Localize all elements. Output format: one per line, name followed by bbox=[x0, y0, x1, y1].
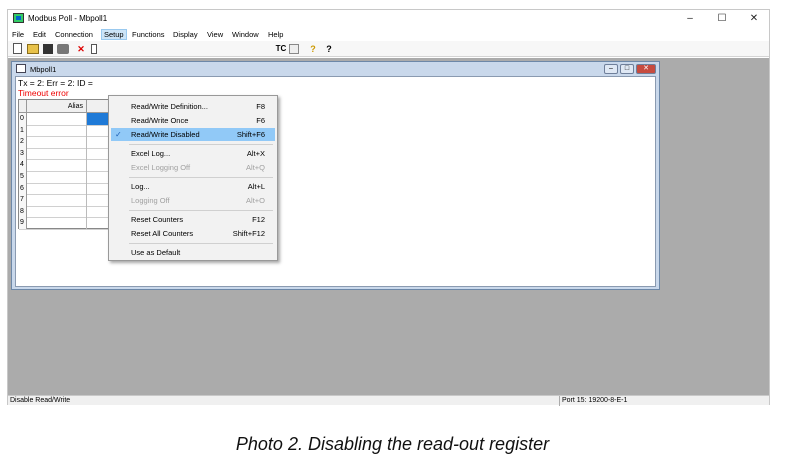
child-close-button[interactable]: ✕ bbox=[636, 64, 656, 74]
alias-column-header[interactable]: Alias bbox=[27, 100, 87, 113]
connect-icon[interactable] bbox=[91, 44, 97, 54]
alias-cell[interactable] bbox=[27, 136, 87, 148]
menu-item-shortcut: Alt+X bbox=[246, 149, 265, 158]
menu-item-label: Excel Log... bbox=[131, 149, 171, 158]
grid-corner bbox=[19, 100, 27, 113]
status-bar: Disable Read/Write Port 15: 19200-8-E-1 bbox=[8, 395, 769, 406]
menu-edit[interactable]: Edit bbox=[31, 29, 48, 40]
child-minimize-button[interactable]: – bbox=[604, 64, 618, 74]
row-number: 8 bbox=[19, 205, 27, 218]
menu-display[interactable]: Display bbox=[171, 29, 200, 40]
toolbar: ✕ TC ? ? bbox=[8, 41, 769, 57]
menu-item-label: Read/Write Once bbox=[131, 116, 189, 125]
photo-caption: Photo 2. Disabling the read-out register bbox=[235, 434, 550, 454]
mdi-workspace: Mbpoll1 – □ ✕ Tx = 2: Err = 2: ID = Time… bbox=[8, 58, 769, 395]
menu-view[interactable]: View bbox=[205, 29, 225, 40]
alias-cell[interactable] bbox=[27, 124, 87, 137]
menu-item-shortcut: Alt+Q bbox=[246, 163, 265, 172]
alias-cell[interactable] bbox=[27, 194, 87, 206]
setup-menu-item[interactable]: Log... Alt+L bbox=[111, 180, 275, 193]
menu-item-label: Read/Write Definition... bbox=[131, 102, 208, 111]
setup-menu-item[interactable]: Reset Counters F12 bbox=[111, 213, 275, 226]
child-window-icon bbox=[16, 64, 26, 73]
setup-menu-item[interactable]: Read/Write Once F6 bbox=[111, 114, 275, 127]
alias-cell[interactable] bbox=[27, 171, 87, 183]
maximize-button[interactable]: ☐ bbox=[708, 10, 736, 28]
help-icon[interactable]: ? bbox=[308, 43, 318, 55]
row-number: 0 bbox=[19, 113, 27, 125]
menu-item-label: Excel Logging Off bbox=[131, 163, 191, 172]
row-number: 9 bbox=[19, 217, 27, 229]
alias-cell[interactable] bbox=[27, 182, 87, 195]
tx-err-id-status: Tx = 2: Err = 2: ID = bbox=[18, 78, 93, 88]
print-icon[interactable] bbox=[57, 44, 69, 54]
menu-setup[interactable]: Setup bbox=[101, 29, 127, 40]
child-maximize-button[interactable]: □ bbox=[620, 64, 634, 74]
menu-item-shortcut: Shift+F6 bbox=[236, 130, 265, 139]
menu-item-label: Log... bbox=[131, 182, 150, 191]
alias-cell[interactable] bbox=[27, 205, 87, 218]
setup-menu-item[interactable]: ✓ Read/Write Disabled Shift+F6 bbox=[111, 128, 275, 141]
setup-menu-item: Excel Logging Off Alt+Q bbox=[111, 161, 275, 174]
row-number: 5 bbox=[19, 171, 27, 183]
menu-item-label: Use as Default bbox=[131, 248, 181, 257]
menu-item-shortcut: Alt+O bbox=[246, 196, 265, 205]
menu-item-label: Logging Off bbox=[131, 196, 170, 205]
alias-cell[interactable] bbox=[27, 113, 87, 125]
close-button[interactable]: ✕ bbox=[740, 10, 768, 28]
setup-menu-item[interactable]: Use as Default bbox=[111, 246, 275, 259]
context-help-icon[interactable]: ? bbox=[323, 43, 335, 55]
open-folder-icon[interactable] bbox=[27, 44, 39, 54]
menu-item-label: Reset All Counters bbox=[131, 229, 194, 238]
row-number: 6 bbox=[19, 182, 27, 195]
alias-cell[interactable] bbox=[27, 147, 87, 160]
row-number: 2 bbox=[19, 136, 27, 148]
menu-item-shortcut: F8 bbox=[256, 102, 265, 111]
row-number: 7 bbox=[19, 194, 27, 206]
child-title-bar[interactable]: Mbpoll1 – □ ✕ bbox=[12, 62, 659, 76]
modbus-poll-window: Modbus Poll - Mbpoll1 – ☐ ✕ File Edit Co… bbox=[7, 9, 770, 406]
checkmark-icon: ✓ bbox=[115, 130, 122, 139]
menu-item-shortcut: Alt+L bbox=[247, 182, 265, 191]
row-number: 1 bbox=[19, 124, 27, 137]
timeout-error-text: Timeout error bbox=[18, 88, 69, 98]
setup-menu-item[interactable]: Read/Write Definition... F8 bbox=[111, 100, 275, 113]
menu-connection[interactable]: Connection bbox=[53, 29, 95, 40]
setup-menu-dropdown: Read/Write Definition... F8 Read/Write Onc… bbox=[108, 95, 278, 261]
tc-monitor-icon[interactable] bbox=[289, 44, 299, 54]
alias-cell[interactable] bbox=[27, 159, 87, 171]
new-document-icon[interactable] bbox=[13, 43, 22, 54]
menu-item-shortcut: F12 bbox=[252, 215, 265, 224]
modbus-app-icon bbox=[13, 13, 24, 23]
menu-item-shortcut: F6 bbox=[256, 116, 265, 125]
menu-help[interactable]: Help bbox=[266, 29, 285, 40]
port-status: Port 15: 19200-8-E-1 bbox=[559, 396, 769, 406]
title-bar[interactable]: Modbus Poll - Mbpoll1 – ☐ ✕ bbox=[8, 10, 769, 28]
menu-separator bbox=[129, 177, 273, 178]
menu-separator bbox=[129, 144, 273, 145]
menu-item-label: Read/Write Disabled bbox=[131, 130, 200, 139]
setup-menu-item[interactable]: Reset All Counters Shift+F12 bbox=[111, 227, 275, 240]
menu-item-shortcut: Shift+F12 bbox=[232, 229, 265, 238]
child-window-title: Mbpoll1 bbox=[30, 65, 57, 74]
row-number: 4 bbox=[19, 159, 27, 171]
menu-bar: File Edit Connection Setup Functions Dis… bbox=[8, 28, 769, 41]
row-number: 3 bbox=[19, 147, 27, 160]
save-icon[interactable] bbox=[43, 44, 53, 54]
alias-cell[interactable] bbox=[27, 217, 87, 229]
window-title: Modbus Poll - Mbpoll1 bbox=[28, 14, 108, 23]
setup-menu-item[interactable]: Excel Log... Alt+X bbox=[111, 147, 275, 160]
menu-separator bbox=[129, 210, 273, 211]
menu-functions[interactable]: Functions bbox=[130, 29, 167, 40]
status-message: Disable Read/Write bbox=[10, 397, 71, 404]
menu-separator bbox=[129, 243, 273, 244]
menu-item-label: Reset Counters bbox=[131, 215, 184, 224]
minimize-button[interactable]: – bbox=[676, 10, 704, 28]
delete-icon[interactable]: ✕ bbox=[76, 43, 86, 55]
menu-file[interactable]: File bbox=[10, 29, 26, 40]
menu-window[interactable]: Window bbox=[230, 29, 261, 40]
setup-menu-item: Logging Off Alt+O bbox=[111, 194, 275, 207]
tc-button[interactable]: TC bbox=[274, 43, 288, 55]
